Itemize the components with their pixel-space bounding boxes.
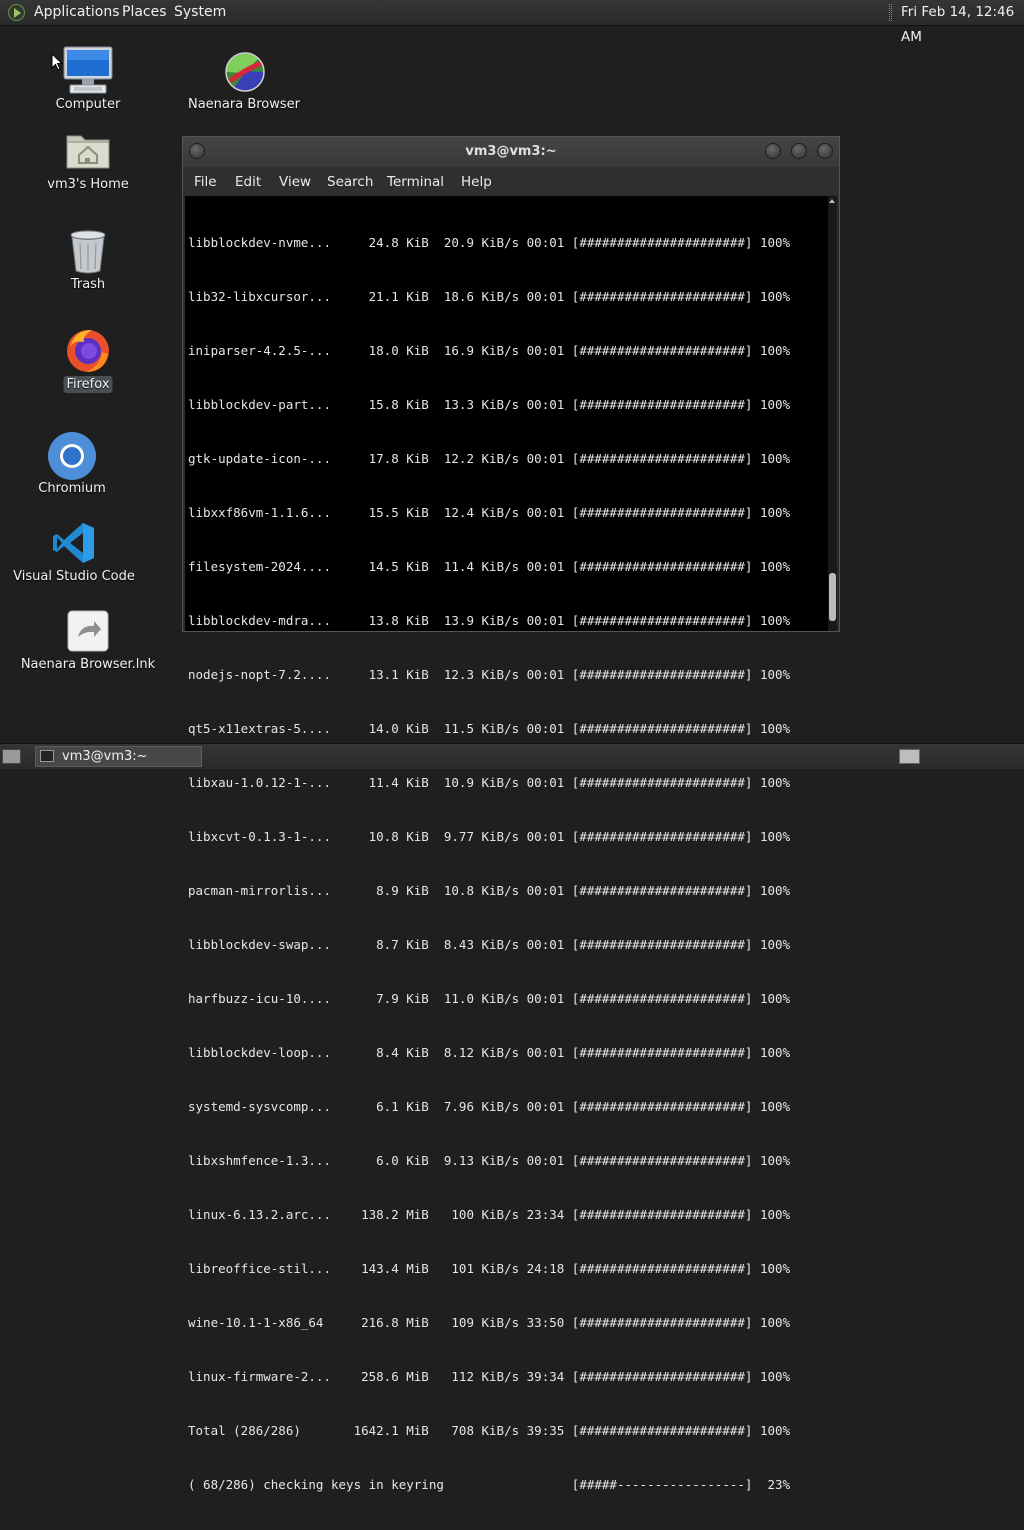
scrollbar-thumb[interactable]: [829, 573, 836, 621]
terminal-line: qt5-x11extras-5.... 14.0 KiB 11.5 KiB/s …: [188, 721, 791, 736]
desktop-icon-label: Computer: [55, 97, 121, 112]
terminal-line: libblockdev-mdra... 13.8 KiB 13.9 KiB/s …: [188, 613, 791, 628]
terminal-line: libxau-1.0.12-1-... 11.4 KiB 10.9 KiB/s …: [188, 775, 791, 790]
terminal-line: libblockdev-loop... 8.4 KiB 8.12 KiB/s 0…: [188, 1045, 791, 1060]
terminal-line: libblockdev-nvme... 24.8 KiB 20.9 KiB/s …: [188, 235, 791, 250]
terminal-line: gtk-update-icon-... 17.8 KiB 12.2 KiB/s …: [188, 451, 791, 466]
clock[interactable]: Fri Feb 14, 12:46 AM: [901, 0, 1024, 45]
taskbar-item-terminal[interactable]: vm3@vm3:~: [35, 746, 202, 767]
terminal-line: libxcvt-0.1.3-1-... 10.8 KiB 9.77 KiB/s …: [188, 829, 791, 844]
desktop-icon-label: Trash: [70, 277, 106, 292]
terminal-line: Total (286/286) 1642.1 MiB 708 KiB/s 39:…: [188, 1423, 791, 1438]
workspace-switcher[interactable]: [899, 749, 920, 764]
naenara-browser-icon: [225, 52, 265, 92]
terminal-line: linux-firmware-2... 258.6 MiB 112 KiB/s …: [188, 1369, 791, 1384]
system-menu[interactable]: System: [174, 0, 226, 25]
desktop-icon-label: Visual Studio Code: [13, 569, 135, 584]
terminal-line: libblockdev-swap... 8.7 KiB 8.43 KiB/s 0…: [188, 937, 791, 952]
desktop-icon-label: Naenara Browser: [187, 97, 301, 112]
bottom-panel: vm3@vm3:~: [0, 743, 1024, 769]
terminal-line: libreoffice-stil... 143.4 MiB 101 KiB/s …: [188, 1261, 791, 1276]
panel-separator: [889, 4, 892, 21]
menu-search[interactable]: Search: [327, 174, 373, 190]
menu-terminal[interactable]: Terminal: [387, 174, 444, 190]
terminal-scrollbar[interactable]: [828, 196, 837, 631]
terminal-line: iniparser-4.2.5-... 18.0 KiB 16.9 KiB/s …: [188, 343, 791, 358]
terminal-line: libblockdev-part... 15.8 KiB 13.3 KiB/s …: [188, 397, 791, 412]
menu-view[interactable]: View: [279, 174, 311, 190]
desktop-icon-label: Chromium: [38, 481, 106, 496]
terminal-line: filesystem-2024.... 14.5 KiB 11.4 KiB/s …: [188, 559, 791, 574]
terminal-line: linux-6.13.2.arc... 138.2 MiB 100 KiB/s …: [188, 1207, 791, 1222]
firefox-icon: [67, 330, 109, 372]
close-button[interactable]: [817, 143, 833, 159]
show-desktop-icon[interactable]: [2, 749, 21, 764]
desktop-icon-label: Naenara Browser.lnk: [20, 657, 156, 672]
terminal-line: harfbuzz-icu-10.... 7.9 KiB 11.0 KiB/s 0…: [188, 991, 791, 1006]
terminal-line: lib32-libxcursor... 21.1 KiB 18.6 KiB/s …: [188, 289, 791, 304]
scroll-up-arrow-icon[interactable]: [829, 199, 835, 203]
menu-file[interactable]: File: [194, 174, 217, 190]
trash-icon: [70, 230, 106, 274]
terminal-output[interactable]: libblockdev-nvme... 24.8 KiB 20.9 KiB/s …: [185, 196, 837, 1492]
window-titlebar[interactable]: vm3@vm3:~: [183, 137, 839, 167]
home-folder-icon: [66, 135, 110, 169]
computer-icon: [63, 46, 113, 94]
maximize-button[interactable]: [791, 143, 807, 159]
terminal-window[interactable]: vm3@vm3:~ File Edit View Search Terminal…: [182, 136, 840, 1492]
terminal-line: wine-10.1-1-x86_64 216.8 MiB 109 KiB/s 3…: [188, 1315, 791, 1330]
chromium-icon: [48, 432, 96, 480]
terminal-line: libxxf86vm-1.1.6... 15.5 KiB 12.4 KiB/s …: [188, 505, 791, 520]
places-menu[interactable]: Places: [122, 0, 167, 25]
window-title: vm3@vm3:~: [465, 144, 557, 159]
top-panel: Applications Places System Fri Feb 14, 1…: [0, 0, 1024, 45]
terminal-line: libxshmfence-1.3... 6.0 KiB 9.13 KiB/s 0…: [188, 1153, 791, 1168]
terminal-line: systemd-sysvcomp... 6.1 KiB 7.96 KiB/s 0…: [188, 1099, 791, 1114]
terminal-line: nodejs-nopt-7.2.... 13.1 KiB 12.3 KiB/s …: [188, 667, 791, 682]
taskbar-item-label: vm3@vm3:~: [62, 749, 148, 764]
terminal-line: pacman-mirrorlis... 8.9 KiB 10.8 KiB/s 0…: [188, 883, 791, 898]
terminal-icon: [40, 750, 54, 762]
desktop-icon-label: vm3's Home: [47, 177, 129, 192]
desktop-icon-label: Firefox: [63, 376, 113, 393]
menu-edit[interactable]: Edit: [235, 174, 261, 190]
shortcut-file-icon: [67, 610, 109, 652]
terminal-menubar: File Edit View Search Terminal Help: [183, 167, 839, 195]
terminal-line: ( 68/286) checking keys in keyring [####…: [188, 1477, 791, 1492]
vscode-icon: [53, 523, 94, 563]
minimize-button[interactable]: [765, 143, 781, 159]
menu-help[interactable]: Help: [461, 174, 492, 190]
applications-menu-icon[interactable]: [8, 4, 25, 21]
applications-menu[interactable]: Applications: [34, 0, 120, 25]
mouse-cursor-icon: [51, 53, 63, 71]
terminal-lines: libblockdev-nvme... 24.8 KiB 20.9 KiB/s …: [188, 198, 790, 1530]
